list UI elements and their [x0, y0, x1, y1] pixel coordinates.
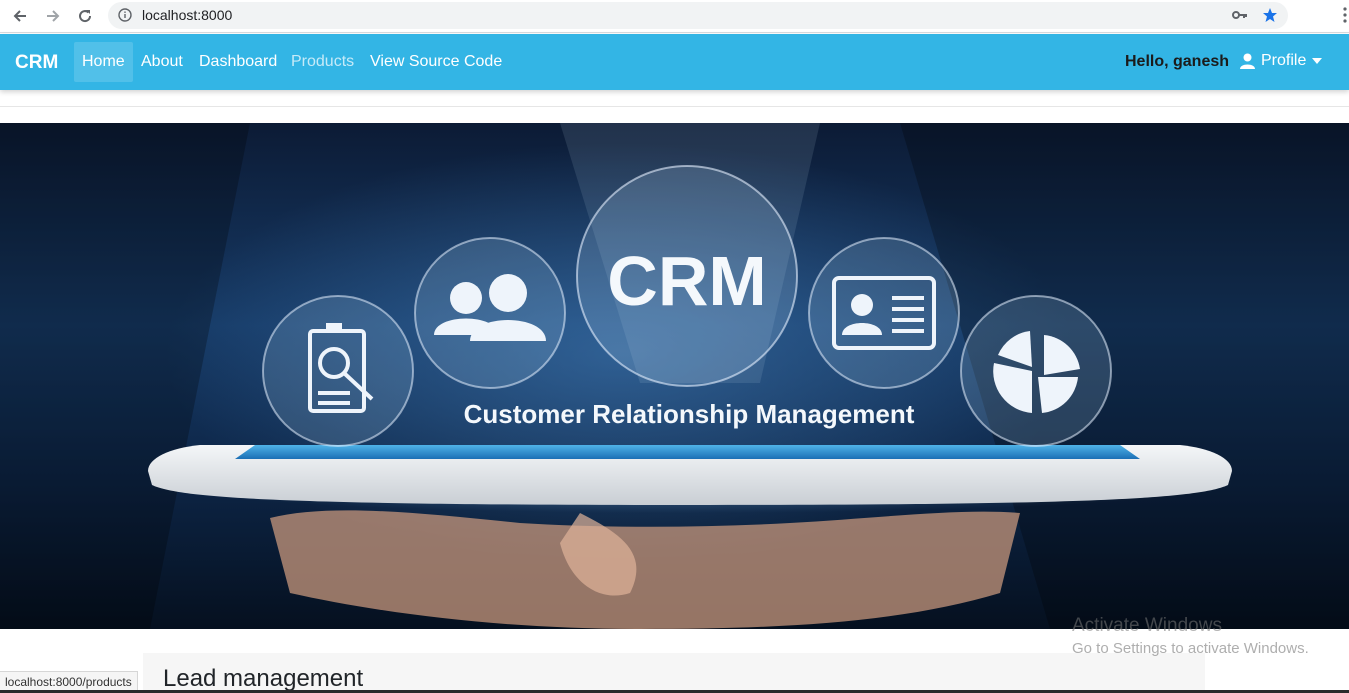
- main-navbar: CRM Home About Dashboard Products View S…: [0, 34, 1349, 90]
- activate-windows-subtitle: Go to Settings to activate Windows.: [1072, 640, 1309, 657]
- forward-arrow-icon[interactable]: [42, 5, 64, 27]
- hero-crm-text: CRM: [607, 242, 766, 320]
- menu-dots-icon[interactable]: [1343, 7, 1347, 28]
- nav-link-source-code[interactable]: View Source Code: [370, 53, 502, 71]
- nav-link-products[interactable]: Products: [291, 53, 354, 71]
- browser-toolbar: localhost:8000: [0, 0, 1349, 33]
- url-text[interactable]: localhost:8000: [142, 7, 232, 23]
- hero-caption: Customer Relationship Management: [464, 399, 915, 429]
- section-title: Lead management: [163, 665, 364, 692]
- user-icon: [1240, 53, 1255, 69]
- nav-link-home[interactable]: Home: [82, 53, 125, 71]
- address-bar[interactable]: localhost:8000: [108, 2, 1288, 29]
- profile-label: Profile: [1261, 52, 1307, 69]
- brand-logo[interactable]: CRM: [15, 52, 58, 74]
- user-greeting: Hello, ganesh: [1125, 53, 1230, 70]
- lead-management-section: Lead management: [143, 653, 1205, 693]
- back-arrow-icon[interactable]: [9, 5, 31, 27]
- nav-link-about[interactable]: About: [141, 53, 183, 71]
- key-icon[interactable]: [1232, 8, 1248, 27]
- activate-windows-title: Activate Windows: [1072, 615, 1222, 636]
- star-icon[interactable]: [1262, 7, 1278, 28]
- hero-banner: CRM Customer Relationship Management: [0, 123, 1349, 629]
- reload-icon[interactable]: [74, 5, 96, 27]
- caret-down-icon: [1312, 58, 1323, 64]
- profile-dropdown[interactable]: Profile: [1240, 52, 1323, 70]
- info-icon[interactable]: [118, 8, 132, 27]
- divider: [0, 106, 1349, 107]
- nav-link-dashboard[interactable]: Dashboard: [199, 53, 277, 71]
